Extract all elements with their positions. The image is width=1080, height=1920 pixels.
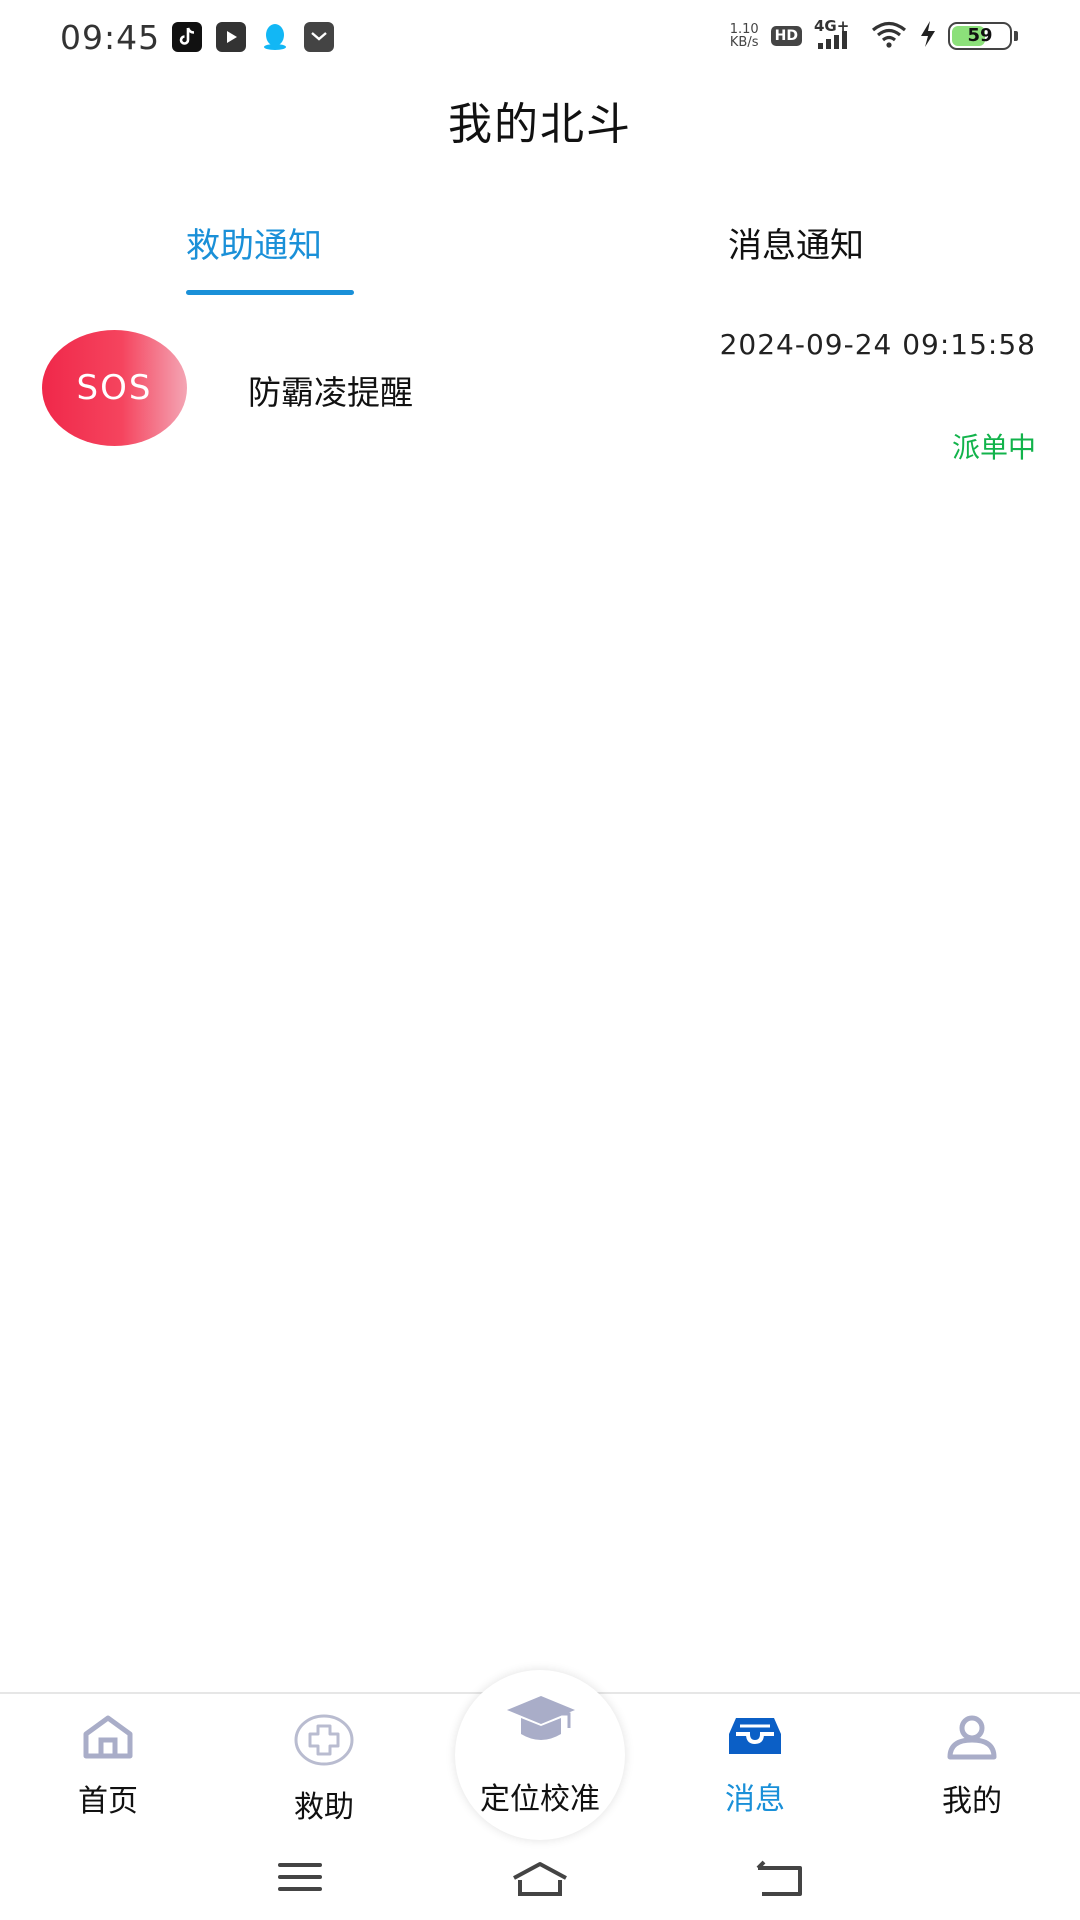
home-icon [38,1714,178,1764]
wifi-icon [870,20,908,52]
mail-icon [304,22,334,52]
nav-label-home: 首页 [78,1784,138,1819]
nav-item-messages[interactable]: 消息 [685,1714,825,1818]
qq-icon [260,22,290,52]
charging-icon [920,21,936,51]
battery-icon: 59 [948,22,1018,50]
signal-icon: 4G+ [814,17,858,51]
notification-icons [172,22,334,52]
system-nav-bar [0,1840,1080,1920]
sos-badge: SOS [42,330,187,446]
battery-level: 59 [967,25,993,46]
tab-rescue-notice[interactable]: 救助通知 [186,218,322,267]
list-item[interactable]: SOS 防霸凌提醒 2024-09-24 09:15:58 派单中 [0,320,1080,470]
screen: 09:45 1.10 KB/s HD 4G+ 59 我的北斗 救助通知 消息通知… [0,0,1080,1920]
nav-item-location-calibration[interactable]: 定位校准 [455,1670,625,1840]
graduation-cap-icon [505,1692,577,1752]
nav-label-messages: 消息 [725,1782,785,1817]
back-icon[interactable] [754,1860,806,1902]
notice-timestamp: 2024-09-24 09:15:58 [719,328,1036,361]
notice-title: 防霸凌提醒 [248,373,413,412]
nav-item-mine[interactable]: 我的 [902,1714,1042,1820]
medical-cross-icon [254,1714,394,1770]
user-icon [902,1714,1042,1764]
status-time: 09:45 [60,18,161,57]
system-home-icon[interactable] [510,1860,570,1902]
net-speed-unit: KB/s [729,35,759,50]
page-title: 我的北斗 [448,99,632,150]
nav-label-mine: 我的 [942,1784,1002,1819]
status-bar: 09:45 1.10 KB/s HD 4G+ 59 [0,0,1080,76]
nav-label-rescue: 救助 [294,1790,354,1825]
menu-icon[interactable] [276,1860,324,1898]
nav-label-location-calibration: 定位校准 [480,1782,600,1817]
tab-active-indicator [186,290,354,295]
video-icon [216,22,246,52]
nav-item-home[interactable]: 首页 [38,1714,178,1820]
hd-badge: HD [770,26,802,46]
notice-status: 派单中 [951,431,1036,464]
net-speed: 1.10 KB/s [730,23,759,49]
tab-message-notice[interactable]: 消息通知 [728,218,864,267]
nav-item-rescue[interactable]: 救助 [254,1714,394,1826]
sos-label: SOS [76,368,153,408]
status-indicators: 1.10 KB/s HD 4G+ 59 [730,17,1018,52]
inbox-icon [685,1714,825,1762]
tiktok-icon [172,22,202,52]
